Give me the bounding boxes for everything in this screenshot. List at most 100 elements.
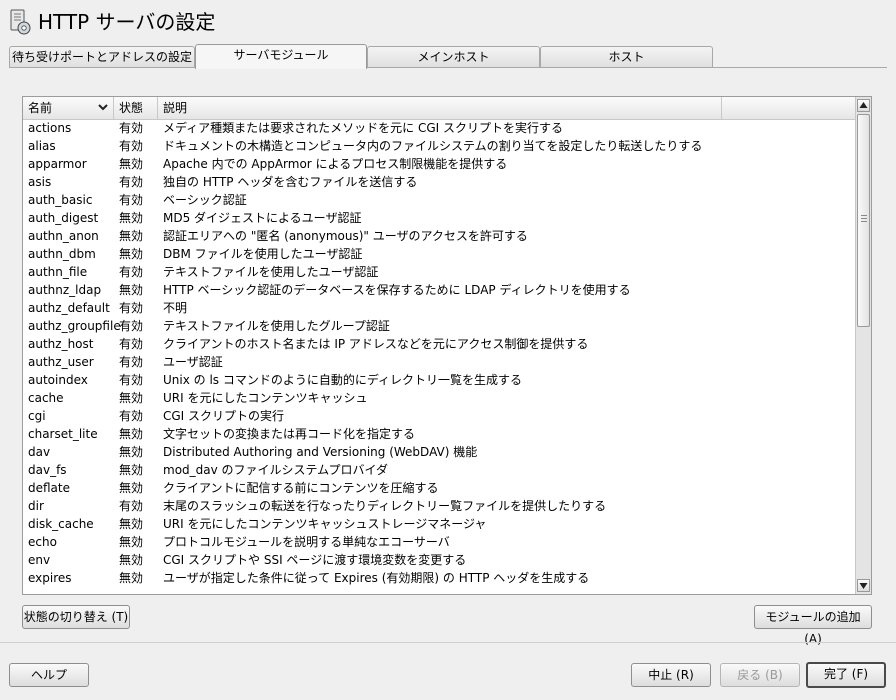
- module-description-cell: 認証エリアへの "匿名 (anonymous)" ユーザのアクセスを許可する: [163, 229, 528, 243]
- module-name-cell: actions: [28, 121, 72, 135]
- table-row[interactable]: authz_groupfile 有効 テキストファイルを使用したグループ認証: [23, 317, 855, 335]
- table-row[interactable]: alias 有効 ドキュメントの木構造とコンピュータ内のファイルシステムの割り当てを…: [23, 137, 855, 155]
- module-name-cell: auth_basic: [28, 193, 93, 207]
- table-row[interactable]: actions 有効 メディア種類または要求されたメソッドを元に CGI スクリプト…: [23, 119, 855, 137]
- module-description-cell: Distributed Authoring and Versioning (We…: [163, 445, 478, 459]
- table-row[interactable]: authn_file 有効 テキストファイルを使用したユーザ認証: [23, 263, 855, 281]
- module-status-cell: 有効: [119, 409, 144, 423]
- table-header: 名前 状態 説明: [23, 97, 855, 120]
- tab-bar: 待ち受けポートとアドレスの設定 サーバモジュール メインホスト ホスト: [9, 44, 887, 69]
- module-status-cell: 有効: [119, 265, 144, 279]
- server-settings-icon: [10, 9, 31, 35]
- table-row[interactable]: disk_cache 無効 URI を元にしたコンテンツキャッシュストレージマネージ…: [23, 515, 855, 533]
- module-status-cell: 有効: [119, 355, 144, 369]
- table-row[interactable]: cache 無効 URI を元にしたコンテンツキャッシュ: [23, 389, 855, 407]
- module-name-cell: dav: [28, 445, 51, 459]
- module-status-cell: 無効: [119, 157, 144, 171]
- table-row[interactable]: auth_basic 有効 ベーシック認証: [23, 191, 855, 209]
- sort-descending-icon: [98, 104, 108, 111]
- add-module-button[interactable]: モジュールの追加 (A): [754, 605, 872, 646]
- module-status-cell: 有効: [119, 175, 144, 189]
- module-description-cell: CGI スクリプトの実行: [163, 409, 285, 423]
- column-header-description[interactable]: 説明: [158, 97, 722, 119]
- module-description-cell: 独自の HTTP ヘッダを含むファイルを送信する: [163, 175, 418, 189]
- module-status-cell: 無効: [119, 571, 144, 585]
- tab-listen-ports[interactable]: 待ち受けポートとアドレスの設定: [9, 46, 195, 68]
- module-name-cell: dir: [28, 499, 44, 513]
- module-status-cell: 無効: [119, 553, 144, 567]
- table-row[interactable]: apparmor 無効 Apache 内での AppArmor によるプロセス制限機…: [23, 155, 855, 173]
- module-description-cell: プロトコルモジュールを説明する単純なエコーサーバ: [163, 535, 450, 549]
- module-name-cell: env: [28, 553, 51, 567]
- module-status-cell: 無効: [119, 445, 144, 459]
- table-row[interactable]: dir 有効 末尾のスラッシュの転送を行なったりディレクトリー覧ファイルを提供したり…: [23, 497, 855, 515]
- table-row[interactable]: deflate 無効 クライアントに配信する前にコンテンツを圧縮する: [23, 479, 855, 497]
- table-row[interactable]: asis 有効 独自の HTTP ヘッダを含むファイルを送信する: [23, 173, 855, 191]
- module-name-cell: auth_digest: [28, 211, 99, 225]
- scroll-down-button[interactable]: [857, 579, 870, 592]
- table-row[interactable]: authn_dbm 無効 DBM ファイルを使用したユーザ認証: [23, 245, 855, 263]
- module-status-cell: 無効: [119, 391, 144, 405]
- module-status-cell: 無効: [119, 229, 144, 243]
- help-button[interactable]: ヘルプ: [9, 663, 89, 687]
- module-description-cell: MD5 ダイジェストによるユーザ認証: [163, 211, 362, 225]
- module-name-cell: expires: [28, 571, 72, 585]
- page-title: HTTP サーバの設定: [38, 10, 216, 34]
- module-table[interactable]: 名前 状態 説明 actions 有効 メディア種類または要求されたメソッドを元に …: [22, 96, 872, 595]
- module-name-cell: alias: [28, 139, 56, 153]
- module-name-cell: authn_dbm: [28, 247, 96, 261]
- arrow-down-icon: [859, 583, 868, 589]
- module-description-cell: クライアントに配信する前にコンテンツを圧縮する: [163, 481, 439, 495]
- module-name-cell: cgi: [28, 409, 46, 423]
- module-description-cell: ベーシック認証: [163, 193, 247, 207]
- module-status-cell: 無効: [119, 247, 144, 261]
- tab-server-modules[interactable]: サーバモジュール: [195, 44, 367, 69]
- module-name-cell: authz_user: [28, 355, 94, 369]
- module-status-cell: 無効: [119, 283, 144, 297]
- module-status-cell: 無効: [119, 481, 144, 495]
- table-row[interactable]: authnz_ldap 無効 HTTP ベーシック認証のデータベースを保存するために…: [23, 281, 855, 299]
- module-status-cell: 無効: [119, 427, 144, 441]
- scroll-up-button[interactable]: [857, 99, 870, 112]
- module-description-cell: ユーザが指定した条件に従って Expires (有効期限) の HTTP ヘッダ…: [163, 571, 590, 585]
- tab-main-host[interactable]: メインホスト: [367, 46, 540, 68]
- module-description-cell: HTTP ベーシック認証のデータベースを保存するために LDAP ディレクトリを…: [163, 283, 631, 297]
- scrollbar-grip-icon: [861, 215, 867, 216]
- toggle-status-button[interactable]: 状態の切り替え (T): [22, 605, 130, 629]
- arrow-up-icon: [859, 102, 868, 108]
- module-description-cell: Apache 内での AppArmor によるプロセス制限機能を提供する: [163, 157, 508, 171]
- vertical-scrollbar[interactable]: [855, 97, 871, 594]
- table-row[interactable]: authz_user 有効 ユーザ認証: [23, 353, 855, 371]
- scrollbar-thumb[interactable]: [857, 114, 870, 327]
- table-row[interactable]: autoindex 有効 Unix の ls コマンドのように自動的にディレクトリ一…: [23, 371, 855, 389]
- table-row[interactable]: dav 無効 Distributed Authoring and Versionin…: [23, 443, 855, 461]
- module-name-cell: apparmor: [28, 157, 87, 171]
- table-row[interactable]: expires 無効 ユーザが指定した条件に従って Expires (有効期限) の…: [23, 569, 855, 587]
- module-description-cell: Unix の ls コマンドのように自動的にディレクトリ一覧を生成する: [163, 373, 523, 387]
- table-row[interactable]: authz_host 有効 クライアントのホスト名または IP アドレスなどを元にア…: [23, 335, 855, 353]
- module-status-cell: 有効: [119, 499, 144, 513]
- finish-button[interactable]: 完了 (F): [806, 662, 886, 688]
- table-row[interactable]: authz_default 有効 不明: [23, 299, 855, 317]
- abort-button[interactable]: 中止 (R): [631, 663, 711, 687]
- table-row[interactable]: charset_lite 無効 文字セットの変換または再コード化を指定する: [23, 425, 855, 443]
- table-row[interactable]: env 無効 CGI スクリプトや SSI ページに渡す環境変数を変更する: [23, 551, 855, 569]
- module-status-cell: 無効: [119, 517, 144, 531]
- module-status-cell: 有効: [119, 121, 144, 135]
- module-description-cell: 不明: [163, 301, 188, 315]
- table-row[interactable]: dav_fs 無効 mod_dav のファイルシステムプロバイダ: [23, 461, 855, 479]
- table-row[interactable]: auth_digest 無効 MD5 ダイジェストによるユーザ認証: [23, 209, 855, 227]
- tab-hosts[interactable]: ホスト: [540, 46, 713, 68]
- column-header-name[interactable]: 名前: [23, 97, 114, 119]
- module-status-cell: 有効: [119, 301, 144, 315]
- module-name-cell: autoindex: [28, 373, 88, 387]
- module-name-cell: disk_cache: [28, 517, 94, 531]
- module-status-cell: 無効: [119, 463, 144, 477]
- table-row[interactable]: cgi 有効 CGI スクリプトの実行: [23, 407, 855, 425]
- table-row[interactable]: echo 無効 プロトコルモジュールを説明する単純なエコーサーバ: [23, 533, 855, 551]
- module-description-cell: ドキュメントの木構造とコンピュータ内のファイルシステムの割り当てを設定したり転送…: [163, 139, 703, 153]
- module-description-cell: メディア種類または要求されたメソッドを元に CGI スクリプトを実行する: [163, 121, 564, 135]
- back-button[interactable]: 戻る (B): [720, 663, 800, 687]
- table-row[interactable]: authn_anon 無効 認証エリアへの "匿名 (anonymous)" ユーザ…: [23, 227, 855, 245]
- column-header-status[interactable]: 状態: [114, 97, 158, 119]
